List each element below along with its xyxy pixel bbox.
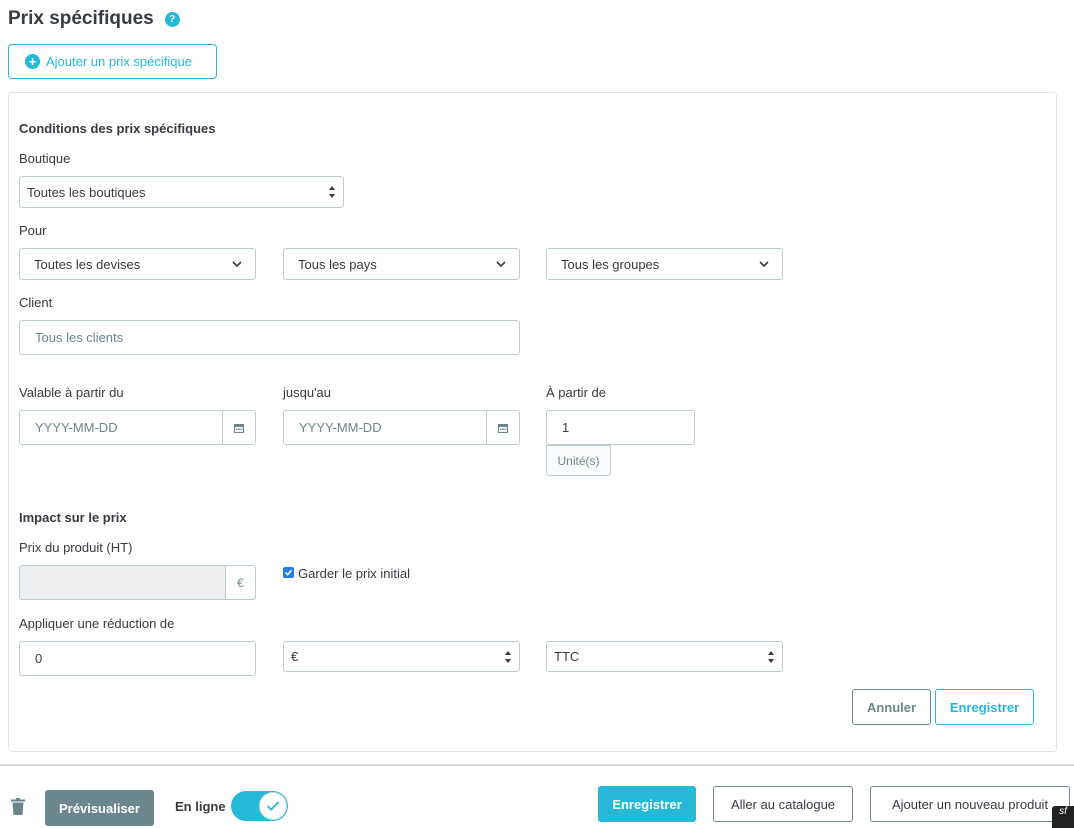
add-new-product-button[interactable]: Ajouter un nouveau produit (870, 786, 1070, 822)
reduction-input[interactable]: 0 (19, 641, 256, 676)
impact-title: Impact sur le prix (19, 510, 127, 525)
tax-select[interactable]: TTC (546, 641, 783, 672)
to-date-calendar-button[interactable] (486, 411, 519, 444)
go-to-catalog-button[interactable]: Aller au catalogue (713, 786, 853, 822)
to-date-input[interactable]: YYYY-MM-DD (283, 410, 520, 445)
conditions-title: Conditions des prix spécifiques (19, 121, 216, 136)
shop-select-value: Toutes les boutiques (27, 184, 146, 200)
calendar-icon (498, 423, 508, 433)
to-date-placeholder: YYYY-MM-DD (299, 420, 382, 435)
checkmark-icon (266, 801, 280, 811)
preview-button[interactable]: Prévisualiser (45, 790, 154, 826)
for-label: Pour (19, 223, 47, 238)
help-icon[interactable]: ? (164, 11, 180, 27)
page-title-text: Prix spécifiques (8, 8, 154, 29)
price-currency-addon: € (225, 566, 255, 599)
select-arrows-icon (768, 650, 775, 663)
reduction-type-value: € (291, 649, 299, 664)
country-select-value: Tous les pays (298, 256, 377, 272)
shop-label: Boutique (19, 151, 71, 166)
tax-select-value: TTC (554, 649, 580, 664)
country-select[interactable]: Tous les pays (283, 248, 520, 280)
from-date-placeholder: YYYY-MM-DD (35, 420, 118, 435)
reduction-value: 0 (35, 651, 43, 666)
from-quantity-value: 1 (562, 420, 570, 435)
keep-initial-price-label[interactable]: Garder le prix initial (298, 566, 410, 581)
from-quantity-label: À partir de (546, 385, 606, 400)
to-date-label: jusqu'au (283, 385, 332, 400)
from-date-input[interactable]: YYYY-MM-DD (19, 410, 256, 445)
toggle-knob (259, 792, 287, 820)
group-select-value: Tous les groupes (561, 256, 660, 272)
online-label: En ligne (175, 799, 226, 814)
chevron-down-icon (232, 261, 242, 268)
chevron-down-icon (759, 261, 769, 268)
calendar-icon (234, 423, 244, 433)
group-select[interactable]: Tous les groupes (546, 248, 783, 280)
save-product-button[interactable]: Enregistrer (598, 786, 696, 822)
select-arrows-icon (329, 186, 336, 198)
save-specific-price-button[interactable]: Enregistrer (935, 689, 1034, 725)
shop-select[interactable]: Toutes les boutiques (19, 176, 344, 208)
reduction-type-select[interactable]: € (283, 641, 520, 672)
client-label: Client (19, 295, 53, 310)
currency-select-value: Toutes les devises (34, 256, 141, 272)
page-title: Prix spécifiques ? (8, 8, 180, 30)
add-specific-price-button[interactable]: + Ajouter un prix spécifique (8, 44, 217, 79)
from-date-label: Valable à partir du (19, 385, 124, 400)
plus-circle-icon: + (25, 54, 40, 69)
client-search-input[interactable]: Tous les clients (19, 320, 520, 355)
from-date-calendar-button[interactable] (222, 411, 255, 444)
product-price-label: Prix du produit (HT) (19, 540, 133, 555)
currency-select[interactable]: Toutes les devises (19, 248, 256, 280)
cancel-button[interactable]: Annuler (852, 689, 931, 725)
reduction-label: Appliquer une réduction de (19, 616, 175, 631)
keep-initial-price-checkbox[interactable] (283, 567, 294, 578)
specific-price-form-panel: Conditions des prix spécifiques Boutique… (8, 92, 1057, 752)
trash-icon[interactable] (11, 798, 25, 815)
from-quantity-input[interactable]: 1 (546, 410, 695, 445)
symfony-debug-badge[interactable]: sf (1052, 806, 1074, 828)
add-specific-price-label: Ajouter un prix spécifique (46, 54, 192, 69)
chevron-down-icon (496, 261, 506, 268)
select-arrows-icon (505, 650, 512, 663)
client-placeholder: Tous les clients (35, 330, 124, 345)
online-toggle[interactable] (231, 791, 288, 821)
product-footer-toolbar: Prévisualiser En ligne Enregistrer Aller… (0, 764, 1074, 828)
product-price-input: € (19, 565, 256, 600)
quantity-unit-addon: Unité(s) (546, 445, 611, 476)
checkmark-icon (284, 569, 293, 576)
